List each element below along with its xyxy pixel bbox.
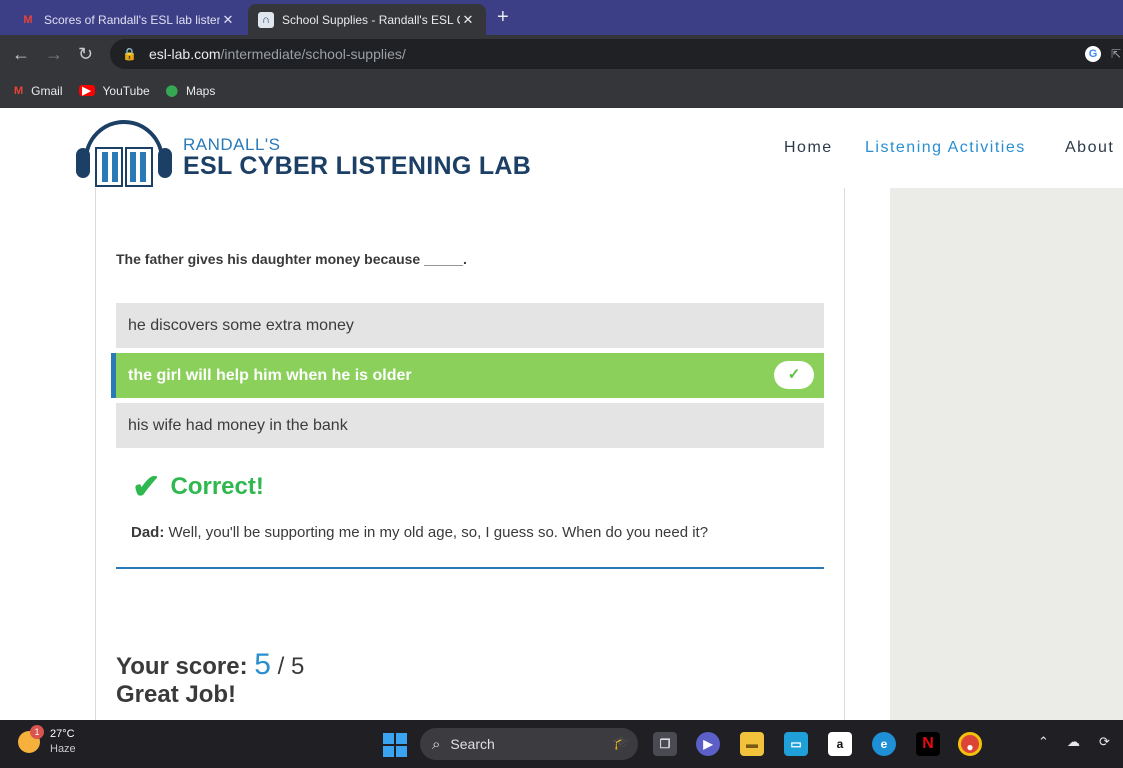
transcript-line: Dad: Well, you'll be supporting me in my… — [131, 524, 708, 541]
option-label: his wife had money in the bank — [128, 416, 348, 434]
tab-title: School Supplies - Randall's ESL C — [282, 12, 460, 27]
sync-icon[interactable]: ⟳ — [1099, 734, 1110, 750]
gmail-icon: M — [23, 13, 33, 26]
bookmarks-bar: M Gmail ▶ YouTube ⬤ Maps — [0, 73, 1123, 108]
teams-icon[interactable]: ▶ — [696, 732, 720, 756]
bookmark-maps[interactable]: ⬤ Maps — [166, 84, 216, 98]
option-label: he discovers some extra money — [128, 316, 354, 334]
bookmark-label: Gmail — [31, 83, 63, 98]
notification-badge: 1 — [30, 725, 44, 739]
reload-icon[interactable]: ↻ — [78, 44, 93, 65]
new-tab-button[interactable]: + — [497, 6, 509, 29]
browser-tab-strip: M Scores of Randall's ESL lab listen ✕ ∩… — [0, 0, 1123, 35]
nav-home[interactable]: Home — [784, 139, 833, 157]
bookmark-label: YouTube — [102, 83, 150, 98]
score-value: 5 — [254, 648, 271, 681]
search-icon: ⌕ — [432, 735, 441, 753]
checkmark-icon: ✔ — [132, 468, 161, 506]
url-text: esl-lab.com/intermediate/school-supplies… — [148, 46, 406, 62]
search-label: Search — [450, 736, 495, 752]
close-icon[interactable]: ✕ — [460, 12, 476, 28]
answer-option-2-selected[interactable]: the girl will help him when he is older … — [111, 353, 824, 398]
file-explorer-icon[interactable]: ▬ — [740, 732, 764, 756]
lock-icon: 🔒 — [122, 47, 137, 61]
bookmark-youtube[interactable]: ▶ YouTube — [78, 83, 150, 98]
main-content-column — [95, 188, 845, 720]
forward-icon[interactable]: → — [45, 44, 63, 65]
sidebar-panel — [890, 188, 1123, 720]
score-total: / 5 — [277, 653, 305, 680]
tab-school-supplies[interactable]: ∩ School Supplies - Randall's ESL C ✕ — [248, 4, 486, 35]
temperature: 27°C — [50, 728, 75, 740]
edge-icon[interactable]: e — [872, 732, 896, 756]
search-highlight-icon: 🎓 — [612, 734, 630, 750]
brand-title[interactable]: ESL CYBER LISTENING LAB — [183, 152, 531, 181]
desktop-app-icon[interactable]: ▭ — [784, 732, 808, 756]
transcript-text: Well, you'll be supporting me in my old … — [168, 524, 709, 541]
quiz-question: The father gives his daughter money beca… — [116, 251, 467, 267]
gmail-icon: M — [14, 84, 24, 97]
nav-about[interactable]: About — [1065, 139, 1114, 157]
cloud-icon[interactable]: ☁ — [1067, 734, 1080, 750]
tab-title: Scores of Randall's ESL lab listen — [44, 12, 220, 27]
divider — [116, 567, 824, 569]
answer-option-3[interactable]: his wife had money in the bank — [116, 403, 824, 448]
taskbar-search[interactable]: ⌕ Search 🎓 — [420, 728, 638, 760]
answer-option-1[interactable]: he discovers some extra money — [116, 303, 824, 348]
weather-condition: Haze — [50, 743, 76, 755]
score-label: Your score: — [116, 653, 248, 680]
windows-start-icon[interactable] — [383, 733, 407, 757]
google-icon[interactable]: G — [1085, 46, 1101, 62]
share-icon[interactable]: ⇱ — [1111, 47, 1121, 61]
weather-icon: 1 — [18, 725, 44, 753]
speaker-label: Dad: — [131, 524, 165, 541]
web-page: RANDALL'S ESL CYBER LISTENING LAB Home L… — [0, 108, 1123, 720]
check-icon: ✓ — [774, 361, 814, 389]
feedback-text: Correct! — [170, 473, 264, 500]
score-display: Your score: 5 / 5 — [116, 648, 304, 682]
headphones-book-logo-icon[interactable] — [74, 108, 174, 190]
site-icon: ∩ — [258, 11, 274, 28]
option-label: the girl will help him when he is older — [128, 366, 412, 384]
bookmark-gmail[interactable]: M Gmail — [14, 84, 63, 98]
amazon-icon[interactable]: a — [828, 732, 852, 756]
maps-icon: ⬤ — [165, 85, 178, 97]
score-message: Great Job! — [116, 681, 237, 708]
back-icon[interactable]: ← — [12, 44, 30, 65]
tab-scores[interactable]: M Scores of Randall's ESL lab listen ✕ — [10, 4, 246, 35]
chevron-up-icon[interactable]: ⌃ — [1038, 734, 1049, 750]
weather-widget[interactable]: 1 27°C Haze — [18, 725, 76, 757]
youtube-icon: ▶ — [78, 85, 95, 97]
address-bar[interactable]: 🔒 esl-lab.com/intermediate/school-suppli… — [110, 39, 1123, 69]
browser-toolbar: ← → ↻ 🔒 esl-lab.com/intermediate/school-… — [0, 35, 1123, 73]
answer-feedback: ✔ Correct! — [132, 470, 264, 504]
bookmark-label: Maps — [185, 83, 216, 98]
netflix-icon[interactable]: N — [916, 732, 940, 756]
nav-listening-activities[interactable]: Listening Activities — [865, 139, 1026, 157]
chrome-icon[interactable]: ● — [958, 732, 982, 756]
windows-taskbar: 1 27°C Haze ⌕ Search 🎓 ❐ ▶ ▬ ▭ a e N ● ⌃… — [0, 720, 1123, 768]
close-icon[interactable]: ✕ — [220, 12, 236, 28]
task-view-icon[interactable]: ❐ — [653, 732, 677, 756]
